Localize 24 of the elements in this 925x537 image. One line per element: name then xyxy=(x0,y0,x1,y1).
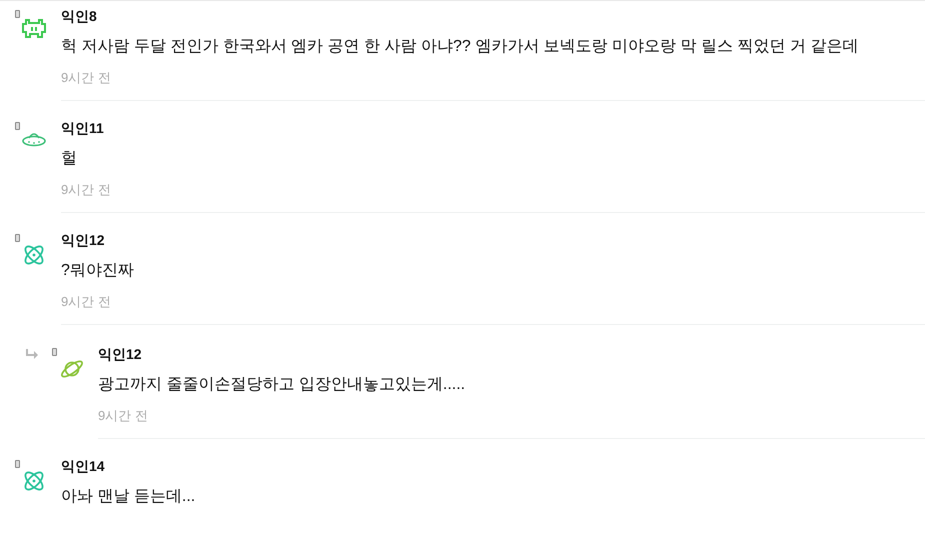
marker-icon xyxy=(15,460,20,468)
comment-text: 아놔 맨날 듣는데... xyxy=(61,487,196,507)
marker-icon xyxy=(52,348,57,356)
author-name: 익인14 xyxy=(61,457,106,476)
timestamp: 9시간 전 xyxy=(98,407,149,425)
timestamp: 9시간 전 xyxy=(61,293,112,311)
atom-icon xyxy=(22,469,46,493)
reply-arrow-icon xyxy=(26,349,38,359)
marker-icon xyxy=(15,10,20,18)
author-name: 익인11 xyxy=(61,119,105,138)
comment-text: ?뭐야진짜 xyxy=(61,261,135,281)
ufo-icon xyxy=(22,131,46,147)
marker-icon xyxy=(15,234,20,242)
comment-text: 헐 xyxy=(61,149,78,169)
author-name: 익인8 xyxy=(61,7,98,26)
timestamp: 9시간 전 xyxy=(61,181,112,199)
space-invader-icon xyxy=(22,19,46,39)
author-name: 익인12 xyxy=(98,345,143,364)
comment-text: 헉 저사람 두달 전인가 한국와서 엠카 공연 한 사람 아냐?? 엠카가서 보넥도랑 미야오랑 막 릴스 찍었던 거 같은데 xyxy=(61,37,860,57)
comment-text: 광고까지 줄줄이손절당하고 입장안내놓고있는게..... xyxy=(98,375,466,395)
atom-icon xyxy=(22,243,46,267)
author-name: 익인12 xyxy=(61,231,106,250)
marker-icon xyxy=(15,122,20,130)
timestamp: 9시간 전 xyxy=(61,69,112,87)
